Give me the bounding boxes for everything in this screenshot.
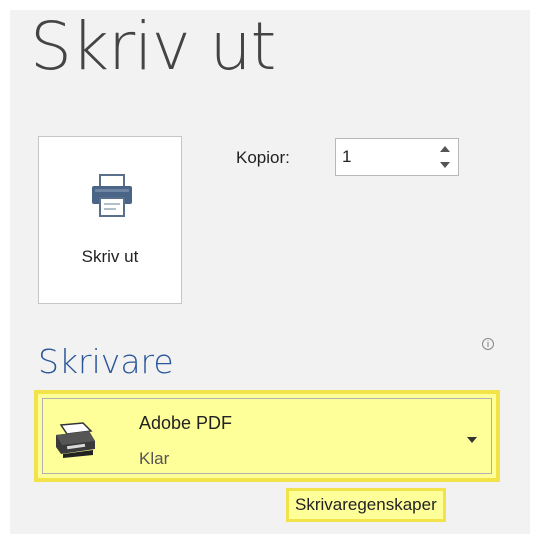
chevron-down-icon bbox=[467, 437, 477, 443]
copies-input[interactable] bbox=[342, 145, 422, 169]
spin-up-button[interactable] bbox=[436, 142, 454, 156]
printer-icon bbox=[92, 174, 132, 217]
copies-label: Kopior: bbox=[236, 148, 290, 167]
spin-down-button[interactable] bbox=[436, 158, 454, 172]
printer-dropdown[interactable]: Adobe PDF Klar bbox=[34, 390, 500, 482]
info-icon[interactable]: i bbox=[482, 338, 494, 350]
arrow-up-icon bbox=[440, 146, 450, 152]
printer-section-title: Skrivare bbox=[38, 342, 174, 381]
printer-name: Adobe PDF bbox=[139, 413, 233, 433]
printer-dropdown-inner: Adobe PDF Klar bbox=[42, 398, 492, 474]
pdf-printer-icon bbox=[56, 422, 95, 458]
printer-status: Klar bbox=[139, 449, 170, 468]
page-title: Skriv ut bbox=[30, 8, 276, 85]
print-button[interactable]: Skriv ut bbox=[38, 136, 182, 304]
copies-stepper[interactable] bbox=[335, 138, 459, 176]
printer-properties-link[interactable]: Skrivaregenskaper bbox=[286, 488, 446, 522]
arrow-down-icon bbox=[440, 162, 450, 168]
print-button-label: Skriv ut bbox=[81, 247, 139, 266]
